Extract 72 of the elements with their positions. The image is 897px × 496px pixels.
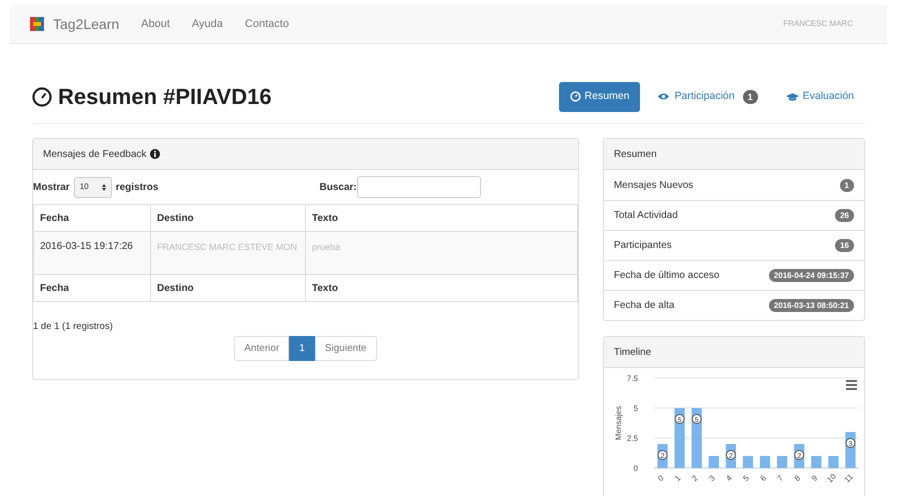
summary-label: Total Actividad	[614, 209, 678, 223]
axis-tick-label: 2	[690, 473, 700, 483]
page-size-select[interactable]: 10	[74, 176, 112, 198]
graduation-cap-icon	[786, 92, 799, 102]
brand-link[interactable]: Tag2Learn	[53, 14, 120, 34]
axis-tick-label: 3	[707, 473, 717, 483]
pagination-button[interactable]: Anterior	[234, 336, 290, 362]
pagination-button[interactable]: Siguiente	[314, 336, 377, 362]
search-label: Buscar:	[319, 180, 357, 194]
bar	[742, 456, 753, 468]
column-header[interactable]: Texto	[306, 204, 578, 232]
value-badge: 26	[835, 209, 854, 222]
bar	[760, 456, 770, 468]
table-cell: prueba	[306, 232, 578, 274]
pagination-button[interactable]: 1	[289, 336, 315, 362]
bar	[691, 408, 702, 468]
axis-tick-label: 9	[810, 473, 820, 483]
axis-tick-label: 7.5	[626, 374, 638, 383]
axis-tick-label: 0	[633, 464, 638, 473]
summary-label: Mensajes Nuevos	[614, 178, 694, 192]
summary-label: Fecha de alta	[614, 299, 674, 313]
menu-icon[interactable]	[846, 380, 857, 390]
stepper-icon	[102, 184, 106, 190]
axis-tick-label: 7	[775, 473, 785, 483]
panel-title: Mensajes de Feedback	[43, 148, 146, 162]
axis-tick-label: 6	[758, 473, 768, 483]
logo-icon	[30, 17, 44, 31]
panel-title: Resumen	[614, 148, 657, 162]
axis-tick-label: 5	[741, 473, 751, 483]
bar	[708, 456, 719, 468]
bar	[776, 456, 788, 468]
column-header[interactable]: Fecha	[34, 204, 150, 232]
bar	[828, 456, 838, 468]
nav-tab[interactable]: Participación 1	[646, 82, 769, 112]
axis-tick-label: 8	[792, 473, 802, 483]
bar	[811, 456, 822, 468]
table-cell: FRANCESC MARC ESTEVE MON	[150, 232, 306, 274]
axis-tick-label: 11	[842, 472, 855, 484]
axis-tick-label: 0	[656, 473, 666, 483]
axis-tick-label: 5	[633, 404, 638, 413]
summary-label: Fecha de último acceso	[614, 269, 720, 283]
value-badge: 1	[840, 178, 854, 192]
axis-title: Mensajes	[614, 406, 623, 440]
panel-title: Timeline	[614, 346, 652, 360]
column-footer: Fecha	[34, 274, 150, 302]
nav-link[interactable]: About	[141, 16, 170, 32]
column-footer: Texto	[306, 274, 578, 302]
column-header[interactable]: Destino	[150, 204, 306, 232]
axis-tick-label: 4	[724, 473, 734, 483]
info-icon	[150, 149, 160, 159]
gauge-icon	[32, 86, 52, 106]
column-footer: Destino	[150, 274, 306, 302]
value-badge: 16	[835, 239, 854, 252]
nav-tab[interactable]: Evaluación	[774, 82, 865, 112]
axis-tick-label: 1	[672, 473, 682, 483]
eye-icon	[657, 92, 670, 101]
nav-tab[interactable]: Resumen	[558, 82, 640, 112]
records-label: registros	[116, 180, 158, 194]
axis-tick-label: 10	[825, 472, 838, 485]
show-label: Mostrar	[33, 180, 70, 194]
table-info: 1 de 1 (1 registros)	[33, 320, 114, 334]
count-badge: 1	[742, 90, 758, 104]
value-badge: 2016-03-13 08:50:21	[768, 299, 854, 312]
page-title: Resumen #PIIAVD16	[58, 83, 272, 111]
search-field[interactable]	[356, 176, 481, 198]
table-cell: 2016-03-15 19:17:26	[34, 232, 150, 274]
axis-tick-label: 2.5	[626, 434, 638, 443]
nav-link[interactable]: Ayuda	[192, 16, 223, 32]
value-badge: 2016-04-24 09:15:37	[768, 269, 854, 282]
nav-link[interactable]: Contacto	[244, 16, 289, 32]
gauge-icon	[570, 91, 581, 102]
summary-label: Participantes	[614, 239, 672, 253]
